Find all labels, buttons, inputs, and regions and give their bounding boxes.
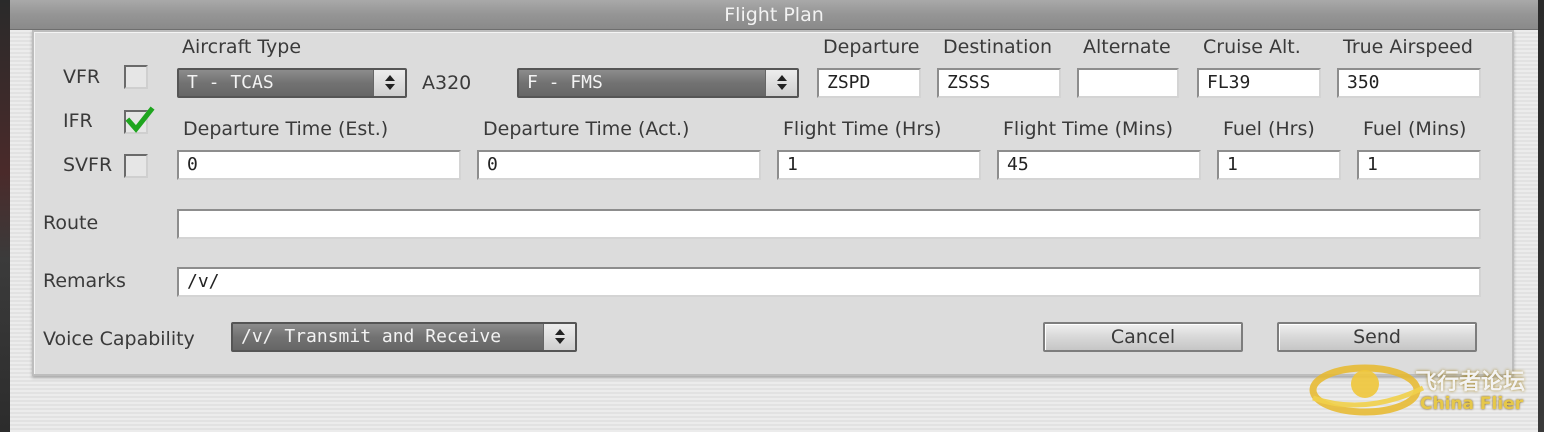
departure-label: Departure bbox=[823, 36, 920, 58]
voice-capability-label: Voice Capability bbox=[43, 328, 195, 350]
flight-time-mins-label: Flight Time (Mins) bbox=[1003, 118, 1174, 140]
cruise-alt-label: Cruise Alt. bbox=[1203, 36, 1301, 58]
cruise-alt-field[interactable]: FL39 bbox=[1197, 68, 1321, 98]
watermark-text-cn: 飞行者论坛 bbox=[1415, 370, 1526, 395]
svfr-label: SVFR bbox=[63, 154, 113, 176]
send-button[interactable]: Send bbox=[1277, 322, 1477, 352]
alternate-field[interactable] bbox=[1077, 68, 1179, 98]
dep-time-act-field[interactable]: 0 bbox=[477, 150, 761, 180]
true-airspeed-field[interactable]: 350 bbox=[1337, 68, 1481, 98]
vfr-label: VFR bbox=[63, 66, 101, 88]
true-airspeed-label: True Airspeed bbox=[1343, 36, 1473, 58]
destination-field[interactable]: ZSSS bbox=[937, 68, 1061, 98]
updown-arrow-icon bbox=[543, 324, 575, 350]
flight-plan-panel: VFR IFR SVFR Aircraft Type T - TCAS A320… bbox=[32, 30, 1514, 376]
flight-plan-window: Flight Plan VFR IFR SVFR Aircraft Type T… bbox=[10, 0, 1538, 432]
check-mark-icon bbox=[125, 106, 155, 133]
fuel-mins-label: Fuel (Mins) bbox=[1363, 118, 1467, 140]
aircraft-type-label: Aircraft Type bbox=[182, 36, 302, 58]
fuel-hrs-label: Fuel (Hrs) bbox=[1223, 118, 1315, 140]
flight-time-mins-field[interactable]: 45 bbox=[997, 150, 1201, 180]
remarks-field[interactable]: /v/ bbox=[177, 267, 1481, 297]
navigation-select[interactable]: F - FMS bbox=[517, 68, 799, 98]
destination-label: Destination bbox=[943, 36, 1053, 58]
route-label: Route bbox=[43, 212, 99, 234]
voice-capability-select[interactable]: /v/ Transmit and Receive bbox=[231, 322, 577, 352]
watermark-text-en: China Flier bbox=[1420, 394, 1524, 414]
fuel-hrs-field[interactable]: 1 bbox=[1217, 150, 1341, 180]
flight-time-hrs-label: Flight Time (Hrs) bbox=[783, 118, 942, 140]
route-field[interactable] bbox=[177, 209, 1481, 239]
vfr-checkbox[interactable] bbox=[124, 65, 148, 89]
flight-time-hrs-field[interactable]: 1 bbox=[777, 150, 981, 180]
window-title: Flight Plan bbox=[724, 4, 824, 26]
updown-arrow-icon bbox=[765, 70, 797, 96]
aircraft-type-value: A320 bbox=[422, 72, 472, 94]
ifr-checkbox[interactable] bbox=[124, 106, 155, 134]
dep-time-est-field[interactable]: 0 bbox=[177, 150, 461, 180]
cancel-button[interactable]: Cancel bbox=[1043, 322, 1243, 352]
departure-field[interactable]: ZSPD bbox=[817, 68, 921, 98]
ifr-label: IFR bbox=[63, 110, 93, 132]
navigation-select-value: F - FMS bbox=[527, 72, 603, 93]
voice-capability-value: /v/ Transmit and Receive bbox=[241, 326, 502, 347]
updown-arrow-icon bbox=[373, 70, 405, 96]
remarks-label: Remarks bbox=[43, 270, 126, 292]
equipment-select-value: T - TCAS bbox=[187, 72, 274, 93]
title-bar[interactable]: Flight Plan bbox=[10, 0, 1538, 30]
dep-time-act-label: Departure Time (Act.) bbox=[483, 118, 690, 140]
dep-time-est-label: Departure Time (Est.) bbox=[183, 118, 389, 140]
svfr-checkbox[interactable] bbox=[124, 154, 148, 178]
fuel-mins-field[interactable]: 1 bbox=[1357, 150, 1481, 180]
alternate-label: Alternate bbox=[1083, 36, 1171, 58]
equipment-select[interactable]: T - TCAS bbox=[177, 68, 407, 98]
